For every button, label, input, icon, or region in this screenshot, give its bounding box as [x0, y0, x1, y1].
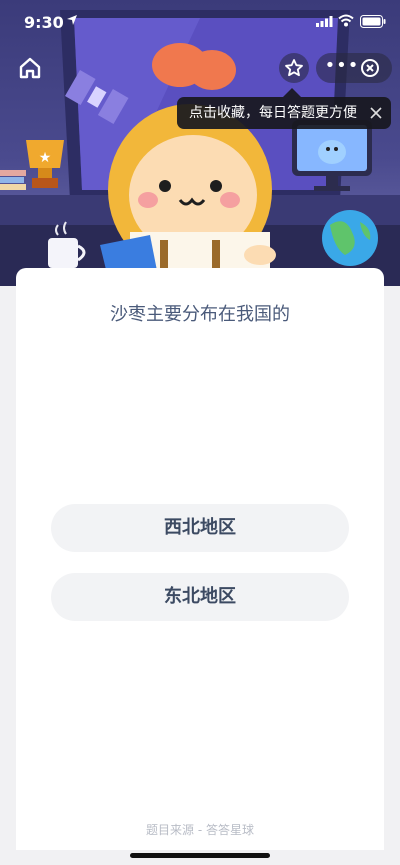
question-source: 题目来源 - 答答星球: [146, 823, 254, 837]
svg-text:★: ★: [39, 150, 52, 166]
cellular-signal-icon: [316, 16, 333, 27]
close-icon[interactable]: [369, 106, 383, 120]
favorite-tooltip: 点击收藏，每日答题更方便: [177, 97, 391, 129]
more-button[interactable]: •••: [324, 53, 360, 83]
star-icon: [285, 59, 303, 77]
home-button[interactable]: [16, 54, 44, 82]
battery-icon: [360, 15, 386, 28]
mini-program-capsule: •••: [316, 53, 392, 83]
location-arrow-icon: [67, 15, 77, 25]
question-text: 沙枣主要分布在我国的: [110, 304, 290, 325]
favorite-button[interactable]: [279, 53, 309, 83]
tooltip-arrow: [283, 88, 301, 97]
answer-option-1[interactable]: 西北地区: [51, 504, 349, 552]
clock-time: 9:30: [24, 13, 64, 32]
answer-option-2[interactable]: 东北地区: [51, 573, 349, 621]
status-bar: 9:30: [0, 0, 400, 44]
close-circle-icon[interactable]: [360, 58, 380, 78]
home-icon: [19, 57, 41, 79]
question-card: 沙枣主要分布在我国的 西北地区 东北地区 题目来源 - 答答星球: [16, 268, 384, 850]
wifi-icon: [338, 14, 354, 27]
tooltip-text: 点击收藏，每日答题更方便: [189, 105, 357, 121]
home-indicator: [130, 853, 270, 858]
